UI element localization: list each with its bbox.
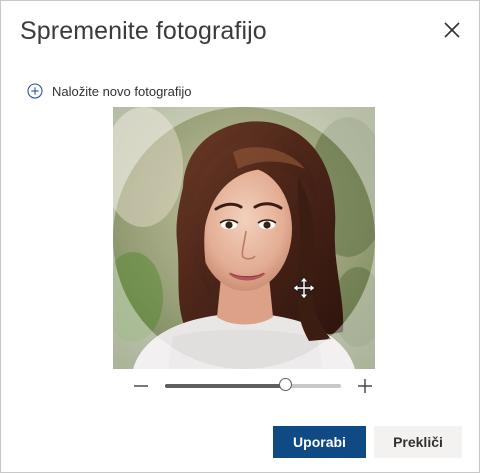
- zoom-out-icon[interactable]: [133, 379, 149, 393]
- zoom-in-icon[interactable]: [357, 378, 373, 394]
- zoom-slider-fill: [165, 384, 285, 388]
- close-icon: [444, 22, 460, 38]
- zoom-slider-thumb[interactable]: [278, 378, 292, 391]
- upload-link-label: Naložite novo fotografijo: [52, 83, 192, 99]
- zoom-control: [131, 375, 375, 397]
- zoom-slider[interactable]: [165, 378, 341, 391]
- close-button[interactable]: [441, 19, 463, 41]
- change-photo-dialog: Spremenite fotografijo Naložite novo fot…: [0, 0, 480, 473]
- photo-crop-area[interactable]: [113, 107, 375, 369]
- dialog-title: Spremenite fotografijo: [20, 17, 267, 45]
- add-circle-icon: [27, 83, 43, 99]
- cancel-button[interactable]: Prekliči: [374, 426, 462, 458]
- upload-new-photo-link[interactable]: Naložite novo fotografijo: [27, 82, 191, 100]
- profile-photo: [113, 107, 375, 369]
- apply-button[interactable]: Uporabi: [273, 426, 366, 458]
